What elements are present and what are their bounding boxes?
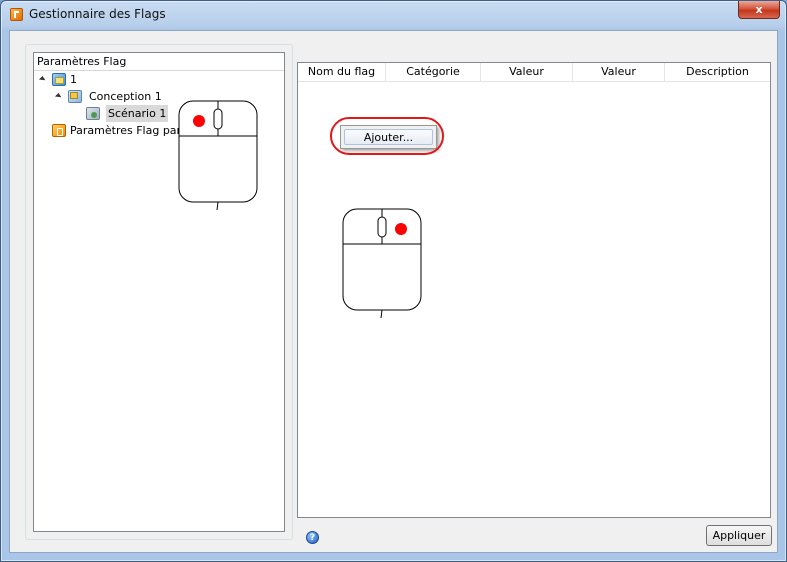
scenario-icon [86,107,100,120]
column-header-flag-name[interactable]: Nom du flag [298,63,386,81]
apply-button[interactable]: Appliquer [706,525,772,546]
design-icon [68,90,82,103]
context-menu: Ajouter... [340,125,437,149]
mouse-left-click-icon [178,100,258,211]
tree-item-label: Conception 1 [89,90,162,103]
help-icon[interactable]: ? [306,531,319,544]
app-icon [10,8,23,21]
column-header-value-2[interactable]: Valeur [573,63,665,81]
title-bar[interactable]: Gestionnaire des Flags x [1,1,786,29]
column-header-description[interactable]: Description [665,63,770,81]
window-title: Gestionnaire des Flags [29,7,166,21]
column-header-category[interactable]: Catégorie [386,63,481,81]
tree-item-label: Scénario 1 [106,105,169,122]
project-icon [52,73,66,86]
tree-item-project-1[interactable]: 1 [34,71,284,88]
close-button[interactable]: x [738,1,780,19]
expand-arrow-icon[interactable] [38,75,47,84]
tree-header: Paramètres Flag [34,53,284,71]
mouse-right-click-icon [342,208,422,319]
flag-list-header: Nom du flag Catégorie Valeur Valeur Desc… [298,63,770,82]
default-flag-icon [52,124,66,137]
tree-item-label: 1 [70,73,77,86]
add-menu-item[interactable]: Ajouter... [344,129,433,145]
column-header-value[interactable]: Valeur [481,63,573,81]
expand-arrow-icon[interactable] [54,92,63,101]
